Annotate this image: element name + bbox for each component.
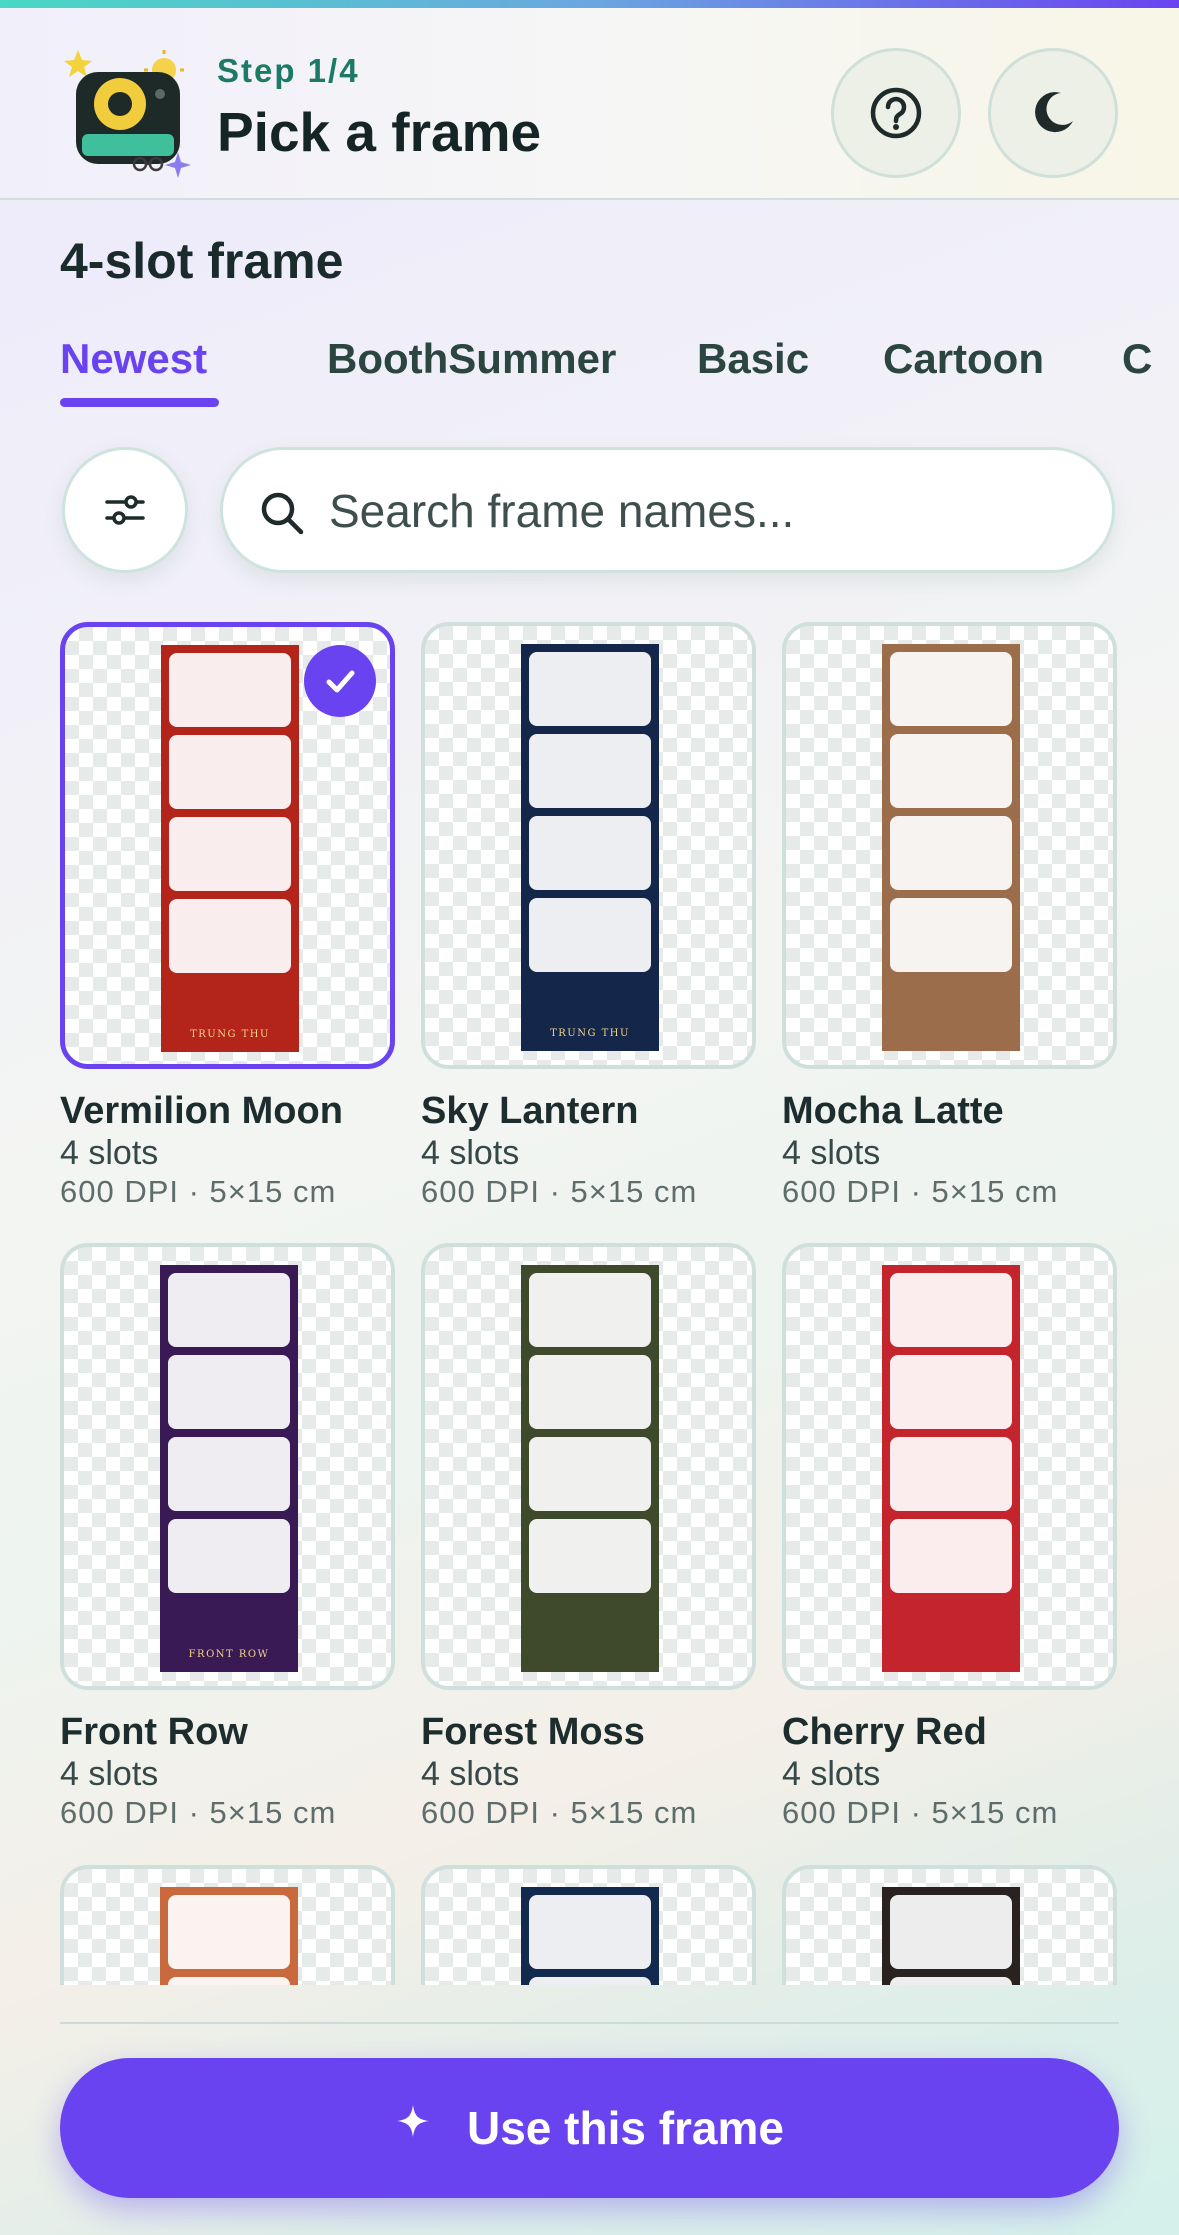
photobooth-logo-icon — [64, 50, 191, 178]
frame-name: Cherry Red — [782, 1711, 987, 1753]
frame-strip-preview: TRUNG THU — [161, 645, 299, 1052]
sliders-icon — [105, 495, 145, 525]
frame-name: Sky Lantern — [421, 1090, 639, 1132]
frame-name: Vermilion Moon — [60, 1090, 343, 1132]
photo-slot — [529, 816, 651, 890]
photo-slot — [168, 1895, 290, 1969]
frame-slot-count: 4 slots — [782, 1755, 881, 1793]
frame-thumbnail[interactable]: TRUNG THU — [60, 622, 395, 1069]
selected-check-badge — [304, 645, 376, 717]
strip-caption: FRONT ROW — [189, 1649, 270, 1660]
frame-strip-preview — [521, 1887, 659, 1985]
photo-slot — [529, 734, 651, 808]
frame-thumbnail[interactable] — [782, 1865, 1117, 1985]
frame-name: Forest Moss — [421, 1711, 645, 1753]
photo-slot — [169, 817, 291, 891]
app-header: Step 1/4 Pick a frame — [0, 8, 1179, 200]
photo-slot — [168, 1437, 290, 1511]
photo-slot — [169, 735, 291, 809]
tab-more[interactable]: C — [1122, 335, 1152, 383]
frame-thumbnail[interactable] — [782, 622, 1117, 1069]
tab-cartoon[interactable]: Cartoon — [883, 335, 1044, 383]
photo-slot — [529, 1355, 651, 1429]
photo-slot — [529, 652, 651, 726]
help-button[interactable] — [831, 48, 961, 178]
use-frame-label: Use this frame — [466, 2102, 784, 2154]
photo-slot — [169, 899, 291, 973]
frame-slot-count: 4 slots — [60, 1134, 159, 1172]
sparkle-icon — [396, 2105, 429, 2137]
search-icon — [261, 492, 304, 535]
frame-strip-preview — [521, 1265, 659, 1672]
frame-slot-count: 4 slots — [421, 1134, 520, 1172]
photo-slot — [529, 898, 651, 972]
search-bar — [220, 447, 1115, 573]
active-tab-indicator — [60, 398, 219, 407]
tab-basic[interactable]: Basic — [697, 335, 809, 383]
search-input[interactable] — [329, 476, 1089, 546]
photo-slot — [890, 1273, 1012, 1347]
photo-slot — [890, 1895, 1012, 1969]
tab-boothsummer[interactable]: BoothSummer — [327, 335, 616, 383]
help-circle-icon — [870, 87, 922, 139]
check-icon — [326, 670, 355, 693]
photo-slot — [529, 1519, 651, 1593]
photo-slot — [529, 1895, 651, 1969]
frame-strip-preview — [160, 1887, 298, 1985]
photo-slot — [529, 1273, 651, 1347]
frame-name: Mocha Latte — [782, 1090, 1004, 1132]
photo-slot — [890, 898, 1012, 972]
frame-strip-preview — [882, 644, 1020, 1051]
photo-slot — [168, 1355, 290, 1429]
frame-thumbnail[interactable] — [421, 1865, 756, 1985]
frame-strip-preview — [882, 1265, 1020, 1672]
use-frame-button[interactable]: Use this frame — [60, 2058, 1119, 2198]
frame-slot-count: 4 slots — [60, 1755, 159, 1793]
photo-slot — [890, 816, 1012, 890]
frame-specs: 600 DPI · 5×15 cm — [421, 1174, 698, 1209]
photo-slot — [890, 652, 1012, 726]
photo-slot — [890, 1437, 1012, 1511]
frame-thumbnail[interactable] — [60, 1865, 395, 1985]
frame-specs: 600 DPI · 5×15 cm — [421, 1795, 698, 1830]
frame-strip-preview: TRUNG THU — [521, 644, 659, 1051]
step-indicator: Step 1/4 — [217, 52, 360, 89]
photo-slot — [168, 1519, 290, 1593]
photo-slot — [890, 1355, 1012, 1429]
frame-specs: 600 DPI · 5×15 cm — [782, 1174, 1059, 1209]
frame-slot-count: 4 slots — [782, 1134, 881, 1172]
frame-strip-preview: FRONT ROW — [160, 1265, 298, 1672]
section-title: 4-slot frame — [60, 233, 344, 289]
tab-newest[interactable]: Newest — [60, 335, 207, 383]
photo-slot — [529, 1977, 651, 1985]
frame-thumbnail[interactable]: TRUNG THU — [421, 622, 756, 1069]
frame-thumbnail[interactable] — [421, 1243, 756, 1690]
frame-slot-count: 4 slots — [421, 1755, 520, 1793]
frame-thumbnail[interactable]: FRONT ROW — [60, 1243, 395, 1690]
frame-name: Front Row — [60, 1711, 248, 1753]
photo-slot — [529, 1437, 651, 1511]
filter-button[interactable] — [62, 447, 188, 573]
theme-toggle-button[interactable] — [988, 48, 1118, 178]
frame-specs: 600 DPI · 5×15 cm — [782, 1795, 1059, 1830]
frame-thumbnail[interactable] — [782, 1243, 1117, 1690]
strip-caption: TRUNG THU — [550, 1028, 630, 1039]
moon-icon — [1035, 92, 1073, 133]
photo-slot — [890, 1519, 1012, 1593]
photo-slot — [890, 1977, 1012, 1985]
frame-specs: 600 DPI · 5×15 cm — [60, 1174, 337, 1209]
frame-grid: TRUNG THU Vermilion Moon 4 slots 600 DPI · … — [0, 600, 1179, 1985]
page-title: Pick a frame — [217, 101, 542, 163]
photo-slot — [168, 1273, 290, 1347]
progress-accent-bar — [0, 0, 1179, 8]
photo-slot — [890, 734, 1012, 808]
frame-specs: 600 DPI · 5×15 cm — [60, 1795, 337, 1830]
photo-slot — [169, 653, 291, 727]
footer-divider — [60, 2022, 1119, 2024]
strip-caption: TRUNG THU — [190, 1029, 270, 1040]
photo-slot — [168, 1977, 290, 1985]
frame-strip-preview — [882, 1887, 1020, 1985]
